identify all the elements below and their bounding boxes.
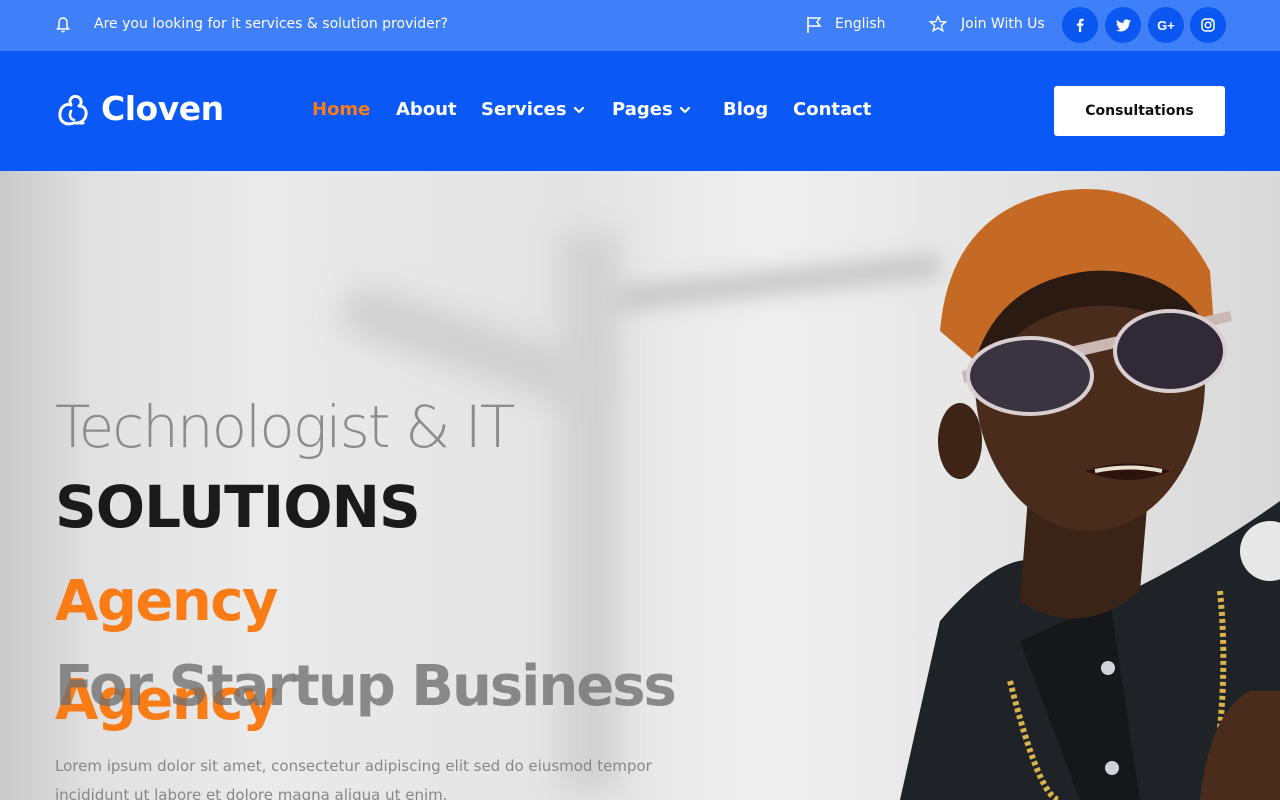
nav-services[interactable]: Services xyxy=(481,99,585,120)
nav-services-label: Services xyxy=(481,99,567,120)
bell-icon xyxy=(56,17,70,33)
chevron-down-icon xyxy=(573,106,584,113)
hero-person-image xyxy=(900,188,1280,800)
nav-contact-label: Contact xyxy=(793,99,872,120)
join-link[interactable]: Join With Us xyxy=(961,16,1045,32)
hero-description: Lorem ipsum dolor sit amet, consectetur … xyxy=(55,757,652,800)
language-selector[interactable]: English xyxy=(835,16,886,32)
google-plus-glyph: G+ xyxy=(1157,17,1175,33)
facebook-icon[interactable] xyxy=(1062,7,1098,43)
consultations-button[interactable]: Consultations xyxy=(1054,86,1225,136)
hero-heading-line2: SOLUTIONS xyxy=(55,473,421,541)
nav-blog[interactable]: Blog xyxy=(723,99,768,120)
top-bar: Are you looking for it services & soluti… xyxy=(0,0,1280,51)
twitter-icon[interactable] xyxy=(1105,7,1141,43)
nav-about[interactable]: About xyxy=(396,99,457,120)
nav-home[interactable]: Home xyxy=(312,99,370,120)
google-plus-icon[interactable]: G+ xyxy=(1148,7,1184,43)
squirrel-logo-icon[interactable] xyxy=(55,93,93,131)
nav-pages-label: Pages xyxy=(612,99,673,120)
nav-home-label: Home xyxy=(312,99,371,120)
brand-name[interactable]: Cloven xyxy=(101,89,224,128)
nav-pages[interactable]: Pages xyxy=(612,99,691,120)
nav-about-label: About xyxy=(396,99,457,120)
chevron-down-icon xyxy=(679,106,690,113)
top-notice: Are you looking for it services & soluti… xyxy=(94,16,448,32)
flag-icon xyxy=(807,17,822,33)
nav-contact[interactable]: Contact xyxy=(793,99,871,120)
hero-section: Technologist & IT SOLUTIONS Agency Agenc… xyxy=(0,171,1280,800)
main-header: Cloven Home About Services Pages Blog Co… xyxy=(0,51,1280,171)
star-icon xyxy=(929,15,947,33)
hero-heading-line1: Technologist & IT xyxy=(55,393,515,461)
nav-blog-label: Blog xyxy=(723,99,769,120)
instagram-icon[interactable] xyxy=(1190,7,1226,43)
hero-heading-line4: For Startup Business xyxy=(55,654,677,719)
hero-agency-word: Agency xyxy=(55,569,278,634)
